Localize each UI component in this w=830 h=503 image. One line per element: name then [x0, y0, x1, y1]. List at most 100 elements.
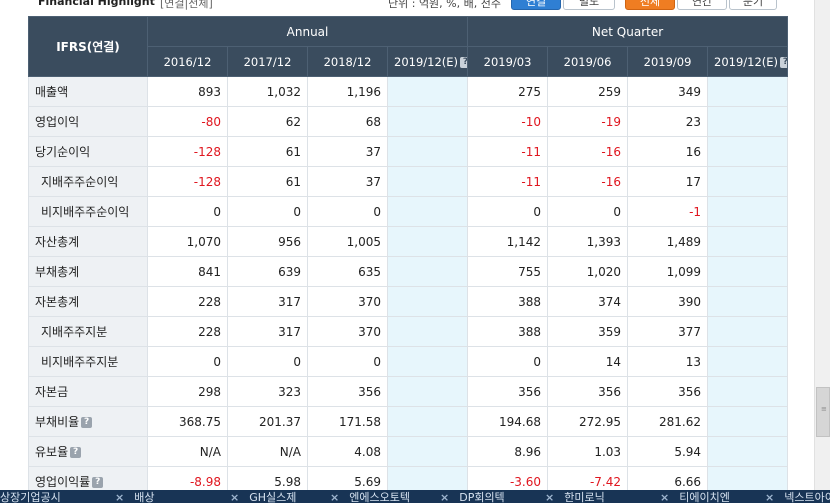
- row-label-text: 비지배주주순이익: [41, 205, 130, 219]
- news-item[interactable]: 상장기업공시: [0, 492, 61, 503]
- table-cell: -16: [547, 136, 629, 167]
- help-icon[interactable]: ?: [780, 56, 787, 68]
- close-icon[interactable]: ×: [330, 491, 339, 503]
- ifrs-header: IFRS(연결): [28, 16, 148, 77]
- table-cell: -128: [147, 136, 228, 167]
- row-label-text: 영업이익: [35, 115, 80, 129]
- news-item-label: 넥스트아이: [784, 491, 830, 503]
- table-cell: 14: [547, 346, 629, 377]
- table-cell: 0: [307, 346, 388, 377]
- table-cell: 281.62: [627, 406, 709, 437]
- column-header-label: 2019/03: [483, 54, 532, 69]
- table-cell: 356: [547, 376, 629, 407]
- all-button[interactable]: 전체: [625, 0, 675, 10]
- news-item[interactable]: × GH실스제: [230, 492, 296, 503]
- table-cell: 1,099: [627, 256, 709, 287]
- news-item-label: DP회의텍: [459, 491, 505, 503]
- close-icon[interactable]: ×: [230, 491, 239, 503]
- help-icon[interactable]: ?: [92, 477, 104, 488]
- table-cell: [707, 166, 789, 197]
- news-item[interactable]: × 엔에스오토텍: [330, 492, 410, 503]
- table-cell: [386, 286, 469, 317]
- table-row: 유보율? N/A N/A 4.08 8.96 1.03 5.94: [28, 436, 789, 467]
- table-cell: [707, 346, 789, 377]
- table-cell: [386, 76, 469, 107]
- news-item-label: 배상: [134, 491, 155, 503]
- table-cell: 228: [147, 316, 228, 347]
- table-cell: 841: [147, 256, 228, 287]
- close-icon[interactable]: ×: [545, 491, 554, 503]
- table-cell: 1,032: [227, 76, 308, 107]
- news-item[interactable]: × DP회의텍: [440, 492, 505, 503]
- help-icon[interactable]: ?: [81, 417, 93, 428]
- row-label: 자산총계: [28, 226, 148, 257]
- close-icon[interactable]: ×: [115, 491, 124, 503]
- table-cell: [707, 316, 789, 347]
- news-item[interactable]: × 티에이치엔: [660, 492, 730, 503]
- table-cell: 323: [227, 376, 308, 407]
- table-cell: [707, 226, 789, 257]
- news-item-label: 한미로닉: [564, 491, 605, 503]
- table-cell: [386, 226, 469, 257]
- table-cell: [386, 376, 469, 407]
- vertical-scrollbar[interactable]: ≡: [814, 0, 830, 490]
- table-row: 부채총계 841 639 635 755 1,020 1,099: [28, 256, 789, 287]
- column-header-label: 2017/12: [243, 54, 292, 69]
- table-cell: 356: [627, 376, 709, 407]
- table-cell: 62: [227, 106, 308, 137]
- news-item[interactable]: × 넥스트아이: [765, 492, 830, 503]
- column-header-quarter-col-1: 2019/06: [547, 46, 629, 77]
- table-cell: 194.68: [467, 406, 549, 437]
- consolidated-button[interactable]: 연결: [511, 0, 561, 10]
- row-label: 당기순이익: [28, 136, 148, 167]
- table-row: 지배주주지분 228 317 370 388 359 377: [28, 316, 789, 347]
- close-icon[interactable]: ×: [765, 491, 774, 503]
- table-row: 매출액 893 1,032 1,196 275 259 349: [28, 76, 789, 107]
- quarter-group-header: Net Quarter: [467, 16, 789, 47]
- row-label: 매출액: [28, 76, 148, 107]
- help-icon[interactable]: ?: [70, 447, 82, 458]
- table-cell: [386, 136, 469, 167]
- table-cell: 201.37: [227, 406, 308, 437]
- column-header-label: 2019/09: [643, 54, 692, 69]
- row-label: 부채비율?: [28, 406, 148, 437]
- table-cell: 16: [627, 136, 709, 167]
- table-cell: N/A: [227, 436, 308, 467]
- table-row: 지배주주순이익 -128 61 37 -11 -16 17: [28, 166, 789, 197]
- table-cell: 1,070: [147, 226, 228, 257]
- row-label-text: 부채비율: [35, 415, 80, 429]
- unit-note: 단위 : 억원, %, 배, 천주: [388, 0, 501, 10]
- table-cell: 349: [627, 76, 709, 107]
- table-cell: 1,020: [547, 256, 629, 287]
- row-label: 부채총계: [28, 256, 148, 287]
- table-cell: 1,005: [307, 226, 388, 257]
- row-label-text: 영업이익률: [35, 475, 91, 489]
- table-cell: 356: [467, 376, 549, 407]
- column-header-annual-col-3: 2019/12(E)?: [386, 46, 469, 77]
- table-cell: -11: [467, 136, 549, 167]
- close-icon[interactable]: ×: [660, 491, 669, 503]
- close-icon[interactable]: ×: [440, 491, 449, 503]
- financial-highlight-table: IFRS(연결) Annual Net Quarter 2016/12 2017/…: [28, 16, 789, 497]
- row-label-text: 유보율: [35, 445, 69, 459]
- annual-button[interactable]: 연간: [677, 0, 727, 10]
- table-cell: 37: [307, 166, 388, 197]
- row-label: 유보율?: [28, 436, 148, 467]
- table-cell: 171.58: [307, 406, 388, 437]
- table-row: 비지배주주지분 0 0 0 0 14 13: [28, 346, 789, 377]
- column-header-annual-col-0: 2016/12: [147, 46, 228, 77]
- help-icon[interactable]: ?: [460, 56, 467, 68]
- news-item[interactable]: × 한미로닉: [545, 492, 605, 503]
- news-item[interactable]: × 배상: [115, 492, 154, 503]
- table-cell: 317: [227, 286, 308, 317]
- table-cell: [386, 316, 469, 347]
- separate-button[interactable]: 별도: [563, 0, 615, 10]
- row-label-text: 지배주주지분: [41, 325, 108, 339]
- quarter-button[interactable]: 분기: [729, 0, 777, 10]
- scrollbar-thumb[interactable]: ≡: [816, 387, 830, 437]
- table-cell: [707, 136, 789, 167]
- table-cell: 272.95: [547, 406, 629, 437]
- page: Financial Highlight [연결|전체] 단위 : 억원, %, …: [0, 0, 830, 503]
- table-cell: [386, 406, 469, 437]
- row-label: 비지배주주지분: [28, 346, 148, 377]
